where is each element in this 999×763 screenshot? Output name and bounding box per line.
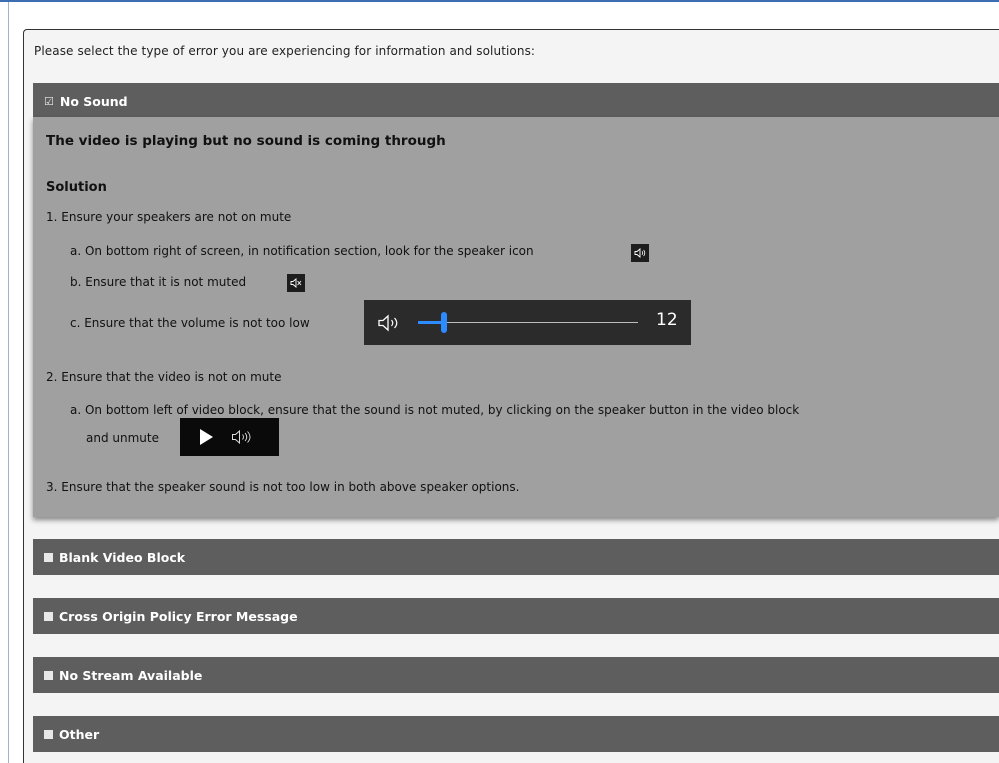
section-header-blank-video-block[interactable]: Blank Video Block [33, 539, 999, 575]
volume-control: 12 [364, 300, 691, 345]
section-header-cross-origin-policy[interactable]: Cross Origin Policy Error Message [33, 598, 999, 634]
left-border [8, 2, 9, 763]
checked-box-icon: ☑ [44, 94, 54, 108]
square-bullet-icon [44, 670, 53, 680]
section-title: Cross Origin Policy Error Message [59, 608, 298, 624]
intro-text: Please select the type of error you are … [34, 44, 536, 58]
volume-track [418, 322, 638, 323]
step-2a-line-2: and unmute [86, 431, 159, 445]
square-bullet-icon [44, 552, 53, 562]
square-bullet-icon [44, 729, 53, 739]
speaker-icon [377, 314, 401, 335]
step-1: 1. Ensure your speakers are not on mute [46, 210, 292, 224]
step-1a: a. On bottom right of screen, in notific… [70, 244, 534, 258]
volume-slider-thumb[interactable] [441, 312, 448, 333]
volume-value: 12 [656, 310, 678, 330]
play-icon [199, 429, 213, 448]
square-bullet-icon [44, 611, 53, 621]
no-sound-content: The video is playing but no sound is com… [33, 117, 999, 517]
solution-heading: Solution [46, 180, 107, 195]
section-header-no-stream-available[interactable]: No Stream Available [33, 657, 999, 693]
section-header-other[interactable]: Other [33, 716, 999, 752]
step-3: 3. Ensure that the speaker sound is not … [46, 480, 520, 494]
section-title: Blank Video Block [59, 549, 186, 565]
step-2a-line-1: a. On bottom left of video block, ensure… [70, 403, 800, 417]
speaker-icon [631, 244, 649, 262]
section-title: Other [59, 726, 100, 742]
troubleshooting-panel: Please select the type of error you are … [23, 29, 999, 763]
speaker-muted-icon [287, 274, 305, 292]
section-subtitle: The video is playing but no sound is com… [46, 133, 446, 149]
section-title: No Stream Available [59, 667, 203, 683]
step-1c: c. Ensure that the volume is not too low [70, 316, 310, 330]
step-1b: b. Ensure that it is not muted [70, 275, 247, 289]
speaker-icon [231, 429, 253, 447]
section-header-no-sound[interactable]: ☑ No Sound [33, 83, 999, 119]
section-title: No Sound [59, 93, 128, 109]
top-border [0, 0, 999, 2]
step-2: 2. Ensure that the video is not on mute [46, 370, 282, 384]
video-player-controls [180, 418, 279, 456]
